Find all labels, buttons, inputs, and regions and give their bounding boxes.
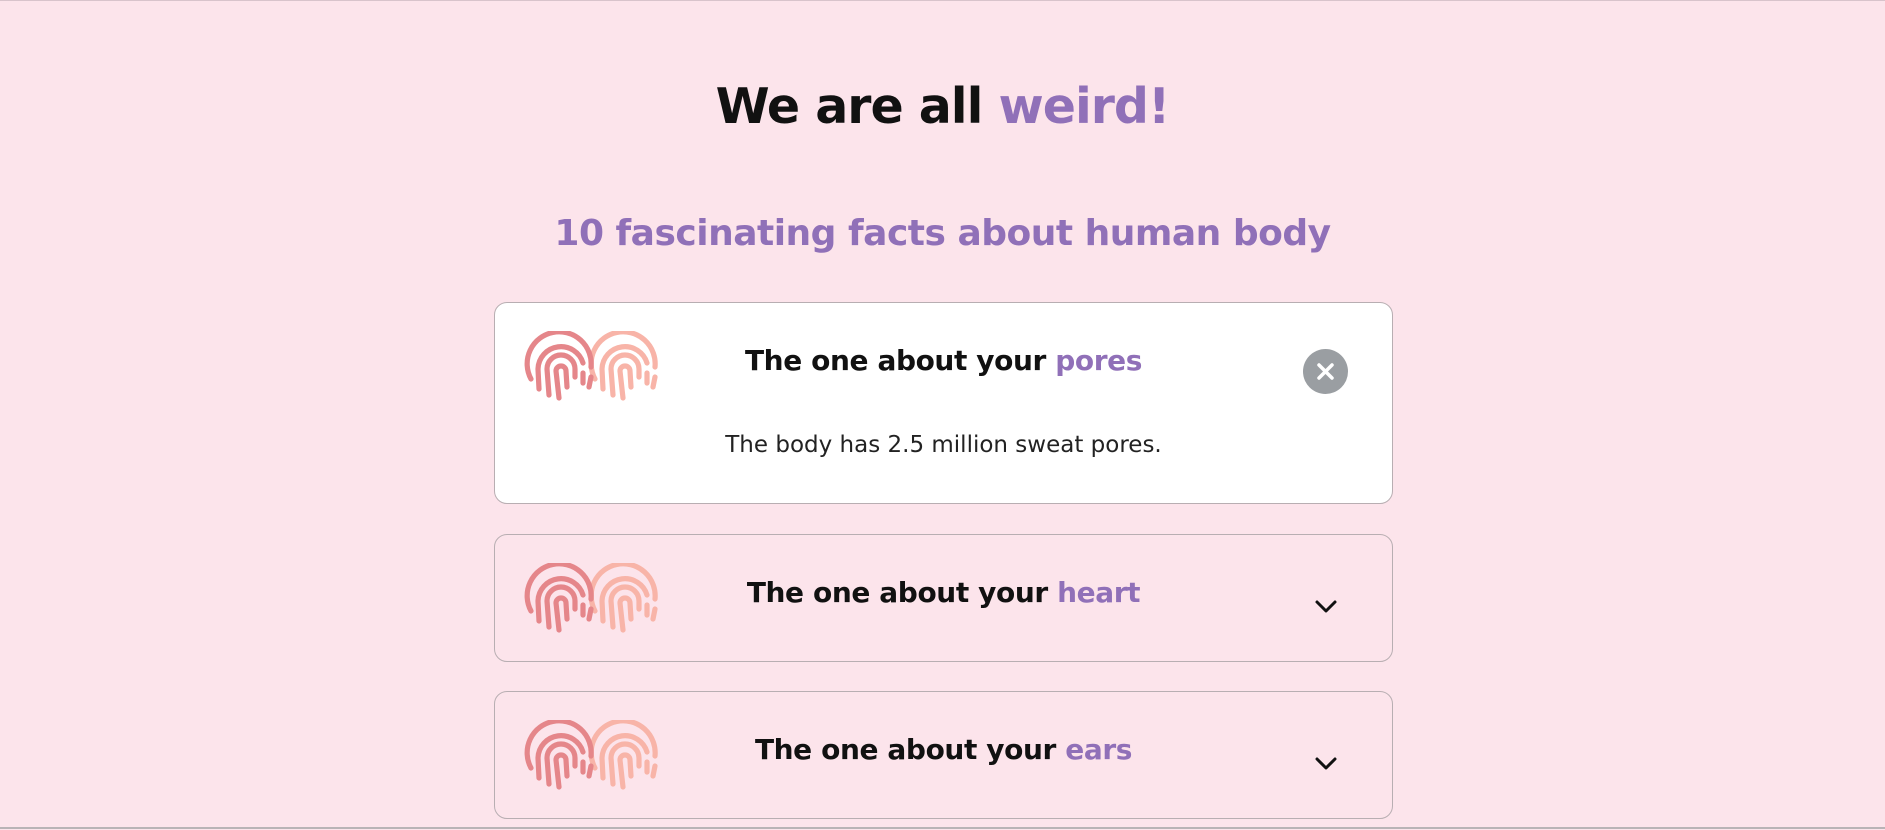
fact-topic: pores	[1055, 344, 1143, 377]
fact-answer: The body has 2.5 million sweat pores.	[725, 432, 1162, 458]
page-subtitle: 10 fascinating facts about human body	[554, 213, 1331, 254]
fact-card-heart[interactable]: The one about your heart	[494, 534, 1393, 662]
page-title-accent: weird!	[998, 78, 1170, 135]
fact-title-prefix: The one about your	[746, 576, 1048, 609]
fact-card-pores[interactable]: The one about your pores The body has 2.…	[494, 302, 1393, 504]
fact-title[interactable]: The one about your ears	[635, 732, 1252, 768]
page: We are all weird! 10 fascinating facts a…	[0, 1, 1885, 830]
fact-title[interactable]: The one about your heart	[635, 575, 1252, 611]
close-button[interactable]	[1303, 349, 1348, 394]
fact-card-ears[interactable]: The one about your ears	[494, 691, 1393, 819]
fact-topic: ears	[1065, 733, 1133, 766]
chevron-down-icon	[1315, 600, 1337, 613]
page-title-prefix: We are all	[715, 78, 984, 135]
fact-title-prefix: The one about your	[754, 733, 1056, 766]
fact-topic: heart	[1057, 576, 1141, 609]
chevron-down-icon	[1315, 757, 1337, 770]
close-icon	[1317, 363, 1334, 380]
fact-title-prefix: The one about your	[744, 344, 1046, 377]
fact-title[interactable]: The one about your pores	[635, 343, 1252, 379]
page-title: We are all weird!	[0, 77, 1885, 137]
expand-button[interactable]	[1305, 585, 1347, 627]
expand-button[interactable]	[1305, 742, 1347, 784]
